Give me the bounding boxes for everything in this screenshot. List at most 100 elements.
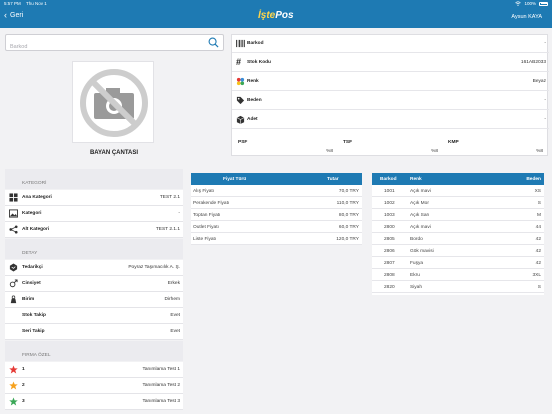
table-cell: Açık mavi — [410, 225, 431, 230]
star-icon — [9, 365, 18, 374]
table-cell: Toptan Fiyatı — [193, 213, 221, 218]
row-firma-2[interactable]: 2 Tanımlama Test 2 — [5, 378, 183, 394]
table-cell: 1003 — [384, 213, 395, 218]
table-cell: XS — [534, 189, 541, 194]
row-value: Dirhem — [164, 297, 180, 302]
table-cell: S — [537, 285, 541, 290]
status-right: 100% — [515, 1, 548, 6]
back-label: Geri — [10, 12, 24, 19]
variant-stock-table: Barkod Renk Beden 1001 Açık mavi XS 1002… — [372, 173, 544, 295]
table-row[interactable]: 2808 Ekru 3XL — [372, 269, 544, 281]
status-date: Thu Nov 1 — [26, 1, 47, 6]
info-row-barkod: Barkod - — [232, 35, 549, 53]
info-row-adet: Adet - — [232, 111, 549, 129]
table-cell: Açık Mor — [410, 201, 429, 206]
table-row[interactable]: 2820 Siyah S — [372, 281, 544, 293]
column-header: Beden — [526, 177, 541, 182]
back-button[interactable]: ‹ Geri — [4, 10, 24, 20]
row-label: Alt Kategori — [22, 227, 50, 232]
table-row: Perakende Fiyatı 110,0 TRY — [191, 197, 362, 209]
logo-accent: Pos — [275, 10, 294, 21]
section-header-detay: DETAY — [5, 239, 183, 259]
info-value: - — [544, 41, 546, 46]
table-row[interactable]: 2805 Bordo 42 — [372, 233, 544, 245]
row-tedarikci[interactable]: Tedarikçi Poyraz Taşımacılık A. Ş. — [5, 260, 183, 276]
price-summary-row: PSF %8 TSF %8 KMP %8 — [232, 137, 549, 157]
column-header: Tutar — [327, 177, 339, 182]
table-row[interactable]: 2806 Gök mavisi 42 — [372, 245, 544, 257]
price-value: %8 — [536, 149, 543, 154]
table-row: Liste Fiyatı 120,0 TRY — [191, 233, 362, 245]
info-label: Renk — [247, 79, 259, 84]
info-value: - — [544, 98, 546, 103]
search-icon[interactable] — [208, 37, 219, 48]
table-cell: Liste Fiyatı — [193, 237, 217, 242]
row-label: Stok Takip — [22, 313, 46, 318]
table-cell: 80,0 TRY — [338, 213, 359, 218]
info-row-beden: Beden - — [232, 92, 549, 110]
hashtag-icon: # — [236, 57, 242, 67]
row-firma-3[interactable]: 3 Tanımlama Test 3 — [5, 394, 183, 410]
table-row[interactable]: 2800 Açık mavi 44 — [372, 221, 544, 233]
row-label: 1 — [22, 367, 25, 372]
table-row[interactable]: 1001 Açık mavi XS — [372, 185, 544, 197]
row-alt-kategori[interactable]: Alt Kategori TEST 2.1.1 — [5, 222, 183, 238]
price-tsf: TSF %8 — [337, 137, 442, 157]
table-cell: 42 — [535, 237, 541, 242]
info-value: - — [544, 117, 546, 122]
column-header: Renk — [410, 177, 422, 182]
info-row-renk: Renk Beyaz — [232, 73, 549, 91]
row-birim[interactable]: Birim Dirhem — [5, 292, 183, 308]
table-cell: 1001 — [384, 189, 395, 194]
row-value: Evet — [170, 313, 180, 318]
row-cinsiyet[interactable]: Cinsiyet Erkek — [5, 276, 183, 292]
row-stok-takip[interactable]: Stok Takip Evet — [5, 308, 183, 324]
section-header-kategori: KATEGORİ — [5, 169, 183, 189]
row-firma-1[interactable]: 1 Tanımlama Test 1 — [5, 362, 183, 378]
price-label: PSF — [238, 140, 248, 145]
scale-icon — [10, 295, 17, 304]
star-icon — [9, 381, 18, 390]
row-label: Tedarikçi — [22, 265, 43, 270]
info-label: Beden — [247, 98, 262, 103]
gender-icon — [9, 279, 18, 288]
user-name[interactable]: Aysun KAYA — [511, 14, 542, 20]
star-icon — [9, 397, 18, 406]
table-cell: 1002 — [384, 201, 395, 206]
table-cell: 3XL — [532, 273, 541, 278]
table-row[interactable]: 1002 Açık Mor S — [372, 197, 544, 209]
table-row: Outlet Fiyatı 60,0 TRY — [191, 221, 362, 233]
price-psf: PSF %8 — [232, 137, 337, 157]
table-cell: 2808 — [384, 273, 395, 278]
table-cell: Fuşya — [410, 261, 424, 266]
chevron-left-icon: ‹ — [4, 10, 7, 20]
row-value: Poyraz Taşımacılık A. Ş. — [128, 265, 180, 270]
product-info-panel: Barkod - # Stok Kodu 161AB2033 Renk Beya… — [231, 34, 549, 157]
info-value: 161AB2033 — [520, 60, 546, 65]
row-value: TEST 2.1 — [159, 195, 180, 200]
row-ana-kategori[interactable]: Ana Kategori TEST 2.1 — [5, 190, 183, 206]
table-row[interactable]: 2807 Fuşya 42 — [372, 257, 544, 269]
app-logo: İştePos — [258, 10, 294, 21]
info-label: Stok Kodu — [247, 60, 271, 65]
row-value: TEST 2.1.1 — [155, 227, 180, 232]
product-name: BAYAN ÇANTASI — [89, 150, 139, 156]
table-cell: Bordo — [410, 237, 423, 242]
row-value: Evet — [170, 329, 180, 334]
table-cell: 2805 — [384, 237, 395, 242]
column-header: Barkod — [380, 177, 397, 182]
table-cell: 60,0 TRY — [338, 225, 359, 230]
info-label: Barkod — [247, 41, 264, 46]
row-value: Tanımlama Test 1 — [142, 367, 180, 372]
table-cell: 2820 — [384, 285, 395, 290]
row-value: Tanımlama Test 3 — [142, 399, 180, 404]
row-kategori[interactable]: Kategori - — [5, 206, 183, 222]
row-label: Seri Takip — [22, 329, 45, 334]
row-seri-takip[interactable]: Seri Takip Evet — [5, 324, 183, 340]
table-cell: Perakende Fiyatı — [193, 201, 230, 206]
table-row[interactable]: 1003 Açık Sarı M — [372, 209, 544, 221]
row-value: Erkek — [167, 281, 180, 286]
table-header: Fiyat Türü Tutar — [191, 173, 362, 185]
table-cell: Outlet Fiyatı — [193, 225, 219, 230]
barcode-search-input[interactable] — [10, 39, 200, 55]
